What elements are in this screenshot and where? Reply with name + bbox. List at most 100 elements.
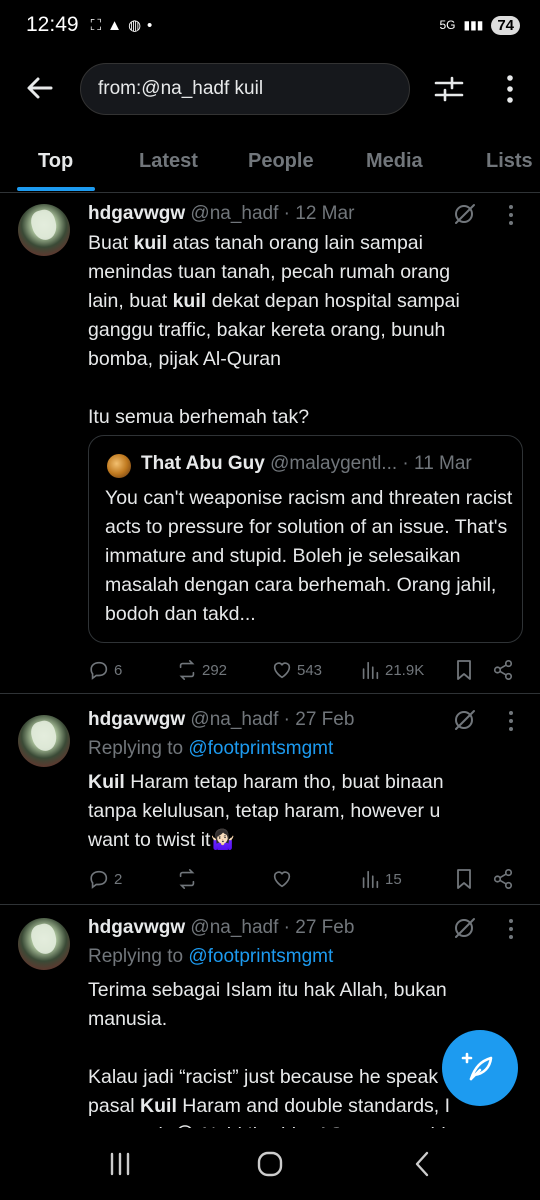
avatar[interactable] — [18, 715, 70, 767]
handle[interactable]: @na_hadf — [190, 203, 278, 224]
search-header: from:@na_hadf kuil — [0, 60, 540, 118]
view-count: 21.9K — [385, 661, 425, 679]
network-type: 5G — [439, 18, 456, 32]
status-right: 5G ▮▮▮ 74 — [439, 15, 520, 35]
vertical-dots-icon[interactable] — [500, 72, 520, 106]
screenshot-icon: ⛶ — [90, 16, 102, 34]
tab-bar: Top Latest People Media Lists — [0, 135, 540, 193]
separator: · — [283, 917, 290, 938]
vertical-dots-icon[interactable] — [504, 916, 518, 942]
separator: · — [283, 709, 290, 730]
like-button[interactable] — [271, 865, 297, 893]
display-name[interactable]: hdgavwgw — [88, 709, 185, 730]
tweet-date[interactable]: 27 Feb — [295, 917, 354, 938]
quote-date: 11 Mar — [414, 453, 472, 474]
tab-people[interactable]: People — [248, 150, 314, 173]
heart-icon — [273, 662, 291, 679]
vertical-dots-icon[interactable] — [504, 708, 518, 734]
search-input[interactable]: from:@na_hadf kuil — [80, 63, 410, 115]
home-icon[interactable] — [250, 1150, 290, 1178]
compose-button[interactable] — [442, 1030, 518, 1106]
quote-handle: @malaygentl... — [270, 453, 398, 474]
back-icon[interactable] — [403, 1150, 443, 1178]
repost-button[interactable]: 292 — [176, 656, 227, 684]
quote-avatar — [107, 454, 131, 478]
share-icon[interactable] — [492, 656, 514, 684]
bookmark-icon[interactable] — [454, 656, 474, 684]
reply-button[interactable]: 2 — [88, 865, 122, 893]
tweet-actions: 6 292 543 21.9K — [88, 656, 518, 684]
views-button[interactable]: 15 — [359, 865, 402, 893]
tab-media[interactable]: Media — [366, 150, 423, 173]
bookmark-icon[interactable] — [454, 865, 474, 893]
warning-icon: ▲ — [107, 16, 122, 34]
tweet[interactable]: hdgavwgw @na_hadf · 27 Feb Replying to @… — [0, 695, 540, 905]
share-icon[interactable] — [492, 865, 514, 893]
reply-count: 2 — [114, 870, 123, 888]
active-tab-indicator — [17, 187, 95, 191]
quote-text: You can't weaponise racism and threaten … — [105, 487, 513, 625]
tweet[interactable]: hdgavwgw @na_hadf · 27 Feb Replying to @… — [0, 906, 540, 1136]
dot-icon: • — [147, 16, 153, 34]
arrow-left-icon[interactable] — [24, 72, 56, 104]
display-name[interactable]: hdgavwgw — [88, 917, 185, 938]
feather-plus-icon — [461, 1052, 493, 1081]
signal-icon: ▮▮▮ — [463, 18, 484, 32]
views-button[interactable]: 21.9K — [359, 656, 424, 684]
status-time: 12:49 — [26, 13, 79, 36]
reply-button[interactable]: 6 — [88, 656, 122, 684]
vertical-dots-icon[interactable] — [504, 202, 518, 228]
heart-icon — [273, 871, 291, 888]
search-query: from:@na_hadf kuil — [98, 78, 264, 99]
tweet-header: hdgavwgw @na_hadf · 27 Feb — [88, 709, 354, 731]
basketball-icon: ◍ — [127, 17, 142, 34]
views-icon — [362, 661, 379, 680]
grok-icon[interactable] — [452, 707, 478, 733]
tweet[interactable]: hdgavwgw @na_hadf · 12 Mar Buat kuil ata… — [0, 194, 540, 694]
view-count: 15 — [385, 870, 402, 888]
tweet-text: Buat kuil atas tanah orang lain sampai me… — [88, 232, 460, 428]
like-button[interactable]: 543 — [271, 656, 322, 684]
reply-icon — [90, 661, 108, 680]
separator: · — [283, 203, 290, 224]
notification-icons: ⛶ ▲ ◍ • — [90, 16, 153, 35]
tweet-text: Kuil Haram tetap haram tho, buat binaan t… — [88, 771, 444, 851]
separator: · — [402, 453, 409, 474]
avatar[interactable] — [18, 204, 70, 256]
replying-to: Replying to @footprintsmgmt — [88, 946, 333, 968]
status-bar: 12:49 ⛶ ▲ ◍ • 5G ▮▮▮ 74 — [0, 0, 540, 50]
tab-lists[interactable]: Lists — [486, 150, 533, 173]
tab-latest[interactable]: Latest — [139, 150, 198, 173]
mention-link[interactable]: @footprintsmgmt — [188, 946, 333, 967]
grok-icon[interactable] — [452, 201, 478, 227]
repost-button[interactable] — [176, 865, 202, 893]
like-count: 543 — [297, 661, 323, 679]
recent-apps-icon[interactable] — [100, 1150, 140, 1178]
tweet-header: hdgavwgw @na_hadf · 12 Mar — [88, 203, 354, 225]
tweet-header: hdgavwgw @na_hadf · 27 Feb — [88, 917, 354, 939]
tweet-date[interactable]: 12 Mar — [295, 203, 354, 224]
sliders-icon[interactable] — [432, 72, 466, 106]
display-name[interactable]: hdgavwgw — [88, 203, 185, 224]
battery-level: 74 — [491, 15, 520, 35]
tweet-date[interactable]: 27 Feb — [295, 709, 354, 730]
handle[interactable]: @na_hadf — [190, 709, 278, 730]
mention-link[interactable]: @footprintsmgmt — [188, 738, 333, 759]
repost-icon — [179, 660, 195, 680]
replying-label: Replying to — [88, 946, 184, 967]
quote-display-name: That Abu Guy — [141, 453, 265, 474]
quote-header: That Abu Guy @malaygentl... · 11 Mar — [141, 453, 472, 475]
quoted-tweet[interactable]: That Abu Guy @malaygentl... · 11 Mar You… — [88, 435, 523, 643]
replying-label: Replying to — [88, 738, 184, 759]
handle[interactable]: @na_hadf — [190, 917, 278, 938]
tweet-actions: 2 15 — [88, 865, 518, 893]
system-navbar — [0, 1128, 540, 1200]
reply-icon — [90, 870, 108, 889]
repost-icon — [179, 869, 195, 889]
repost-count: 292 — [202, 661, 228, 679]
avatar[interactable] — [18, 918, 70, 970]
tab-top[interactable]: Top — [38, 150, 73, 173]
views-icon — [362, 870, 379, 889]
replying-to: Replying to @footprintsmgmt — [88, 738, 333, 760]
grok-icon[interactable] — [452, 915, 478, 941]
